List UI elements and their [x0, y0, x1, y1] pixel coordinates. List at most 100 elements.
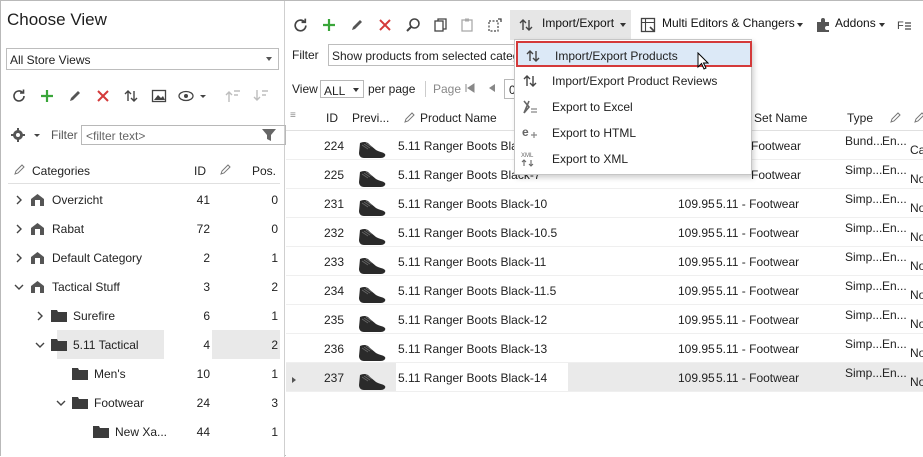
tree-item-id: 72 — [196, 222, 210, 236]
settings-dropdown-icon[interactable] — [9, 125, 43, 145]
chevron-right-icon[interactable] — [35, 311, 43, 321]
table-row[interactable]: 232 5.11 Ranger Boots Black-10.5 109.95 5.1… — [286, 218, 923, 247]
folder-icon — [72, 367, 88, 380]
categories-column-header[interactable]: Categories — [32, 164, 90, 178]
cell-visibility: En... — [882, 308, 907, 322]
import-export-icon[interactable] — [121, 86, 141, 106]
tree-row[interactable]: 5.11 Tactical 4 2 — [8, 330, 280, 359]
menu-item[interactable]: e Export to HTML — [515, 120, 751, 146]
pencil-icon — [14, 163, 26, 178]
refresh-icon[interactable] — [9, 86, 29, 106]
cell-visibility: En... — [882, 192, 907, 206]
id-column-header[interactable]: ID — [194, 164, 206, 178]
tree-row[interactable]: Rabat 72 0 — [8, 214, 280, 243]
add-icon[interactable] — [37, 86, 57, 106]
cell-attribute-set: Footwear — [751, 168, 802, 182]
store-icon — [30, 251, 45, 264]
paste-icon[interactable] — [457, 15, 477, 35]
chevron-down-icon[interactable] — [14, 282, 24, 292]
cell-product-name: 5.11 Ranger Boots Black-11 — [398, 255, 547, 269]
pos-column-header[interactable]: Pos. — [252, 164, 276, 178]
addons-menu-button[interactable]: Addons — [811, 10, 887, 40]
svg-text:XML: XML — [521, 153, 534, 159]
cell-id: 233 — [324, 255, 345, 269]
menu-item[interactable]: XML Export to XML — [515, 146, 751, 172]
refresh-icon[interactable] — [290, 15, 310, 35]
page-size-value: ALL — [324, 84, 346, 98]
view-dropdown-icon[interactable] — [177, 86, 207, 106]
chevron-right-icon[interactable] — [14, 224, 22, 234]
preview-column-header[interactable]: Previ... — [352, 111, 389, 125]
font-size-icon[interactable]: F — [894, 15, 914, 35]
tree-row[interactable]: Tactical Stuff 3 2 — [8, 272, 280, 301]
tree-item-pos: 3 — [271, 396, 278, 410]
table-row[interactable]: 235 5.11 Ranger Boots Black-12 109.95 5.11 … — [286, 305, 923, 334]
table-row[interactable]: 233 5.11 Ranger Boots Black-11 109.95 5.11 … — [286, 247, 923, 276]
select-icon[interactable] — [485, 15, 505, 35]
tree-row[interactable]: Surefire 6 1 — [8, 301, 280, 330]
table-row[interactable]: 237 5.11 Ranger Boots Black-14 109.95 5.11 … — [286, 363, 923, 392]
menu-item[interactable]: Import/Export Product Reviews — [515, 68, 751, 94]
svg-text:e: e — [522, 125, 529, 139]
chevron-right-icon[interactable] — [14, 195, 22, 205]
html-icon: e — [520, 123, 540, 143]
id-column-header[interactable]: ID — [326, 111, 338, 125]
product-filter-label: Filter — [292, 48, 319, 62]
filter-input[interactable]: <filter text> — [81, 125, 286, 145]
table-row[interactable]: 231 5.11 Ranger Boots Black-10 109.95 5.11 … — [286, 189, 923, 218]
tree-row[interactable]: Men's 10 1 — [8, 359, 280, 388]
tree-row[interactable]: Overzicht 41 0 — [8, 185, 280, 214]
tree-row[interactable]: Footwear 24 3 — [8, 388, 280, 417]
multi-editors-menu-button[interactable]: Multi Editors & Changers — [636, 10, 806, 40]
menu-item[interactable]: Import/Export Products — [516, 41, 752, 67]
search-icon[interactable] — [403, 15, 423, 35]
tree-item-label: Men's — [94, 367, 126, 381]
store-view-select[interactable]: All Store Views — [6, 48, 279, 70]
tree-item-label: Default Category — [52, 251, 143, 265]
multi-editors-label: Multi Editors & Changers — [662, 16, 795, 30]
tree-item-label: 5.11 Tactical — [73, 338, 139, 352]
cell-type: Bund... — [845, 134, 884, 148]
delete-icon[interactable] — [93, 86, 113, 106]
edit-icon[interactable] — [347, 15, 367, 35]
import-export-icon — [523, 46, 543, 66]
import-export-menu-button[interactable]: Import/Export — [510, 10, 631, 40]
add-icon[interactable] — [319, 15, 339, 35]
cell-price: 109.95 — [678, 284, 715, 298]
type-column-header[interactable]: Type — [847, 111, 873, 125]
prev-page-icon[interactable] — [486, 82, 498, 97]
store-icon — [30, 193, 45, 206]
chevron-right-icon[interactable] — [14, 253, 22, 263]
cell-id: 232 — [324, 226, 345, 240]
chevron-down-icon[interactable] — [56, 398, 66, 408]
cell-attribute-set: 5.11 - Footwear — [716, 371, 800, 385]
category-toolbar — [9, 86, 279, 110]
tree-item-id: 24 — [196, 396, 210, 410]
menu-icon[interactable]: ≡ — [290, 110, 296, 121]
image-icon[interactable] — [149, 86, 169, 106]
menu-item[interactable]: Export to Excel — [515, 94, 751, 120]
edit-icon[interactable] — [65, 86, 85, 106]
tree-row[interactable]: New Xa... 44 1 — [8, 417, 280, 446]
delete-icon[interactable] — [375, 15, 395, 35]
cell-id: 225 — [324, 168, 345, 182]
tree-row[interactable]: Default Category 2 1 — [8, 243, 280, 272]
cell-id: 234 — [324, 284, 345, 298]
category-filter-row: Filter <filter text> — [9, 125, 286, 147]
addons-label: Addons — [835, 16, 876, 30]
menu-item-label: Export to HTML — [552, 126, 637, 140]
pager-bar: View ALL per page Page 0 — [292, 79, 532, 101]
cell-attribute-set: 5.11 - Footwear — [716, 284, 800, 298]
chevron-down-icon[interactable] — [35, 340, 45, 350]
page-size-select[interactable]: ALL — [320, 80, 364, 98]
product-filter-select[interactable]: Show products from selected catego — [328, 44, 528, 66]
funnel-icon[interactable] — [259, 125, 279, 145]
cell-extra: No — [910, 346, 923, 360]
table-row[interactable]: 234 5.11 Ranger Boots Black-11.5 109.95 5.1… — [286, 276, 923, 305]
first-page-icon[interactable] — [464, 82, 476, 97]
table-row[interactable]: 236 5.11 Ranger Boots Black-13 109.95 5.11 … — [286, 334, 923, 363]
chevron-down-icon — [620, 23, 626, 27]
copy-icon[interactable] — [431, 15, 451, 35]
product-name-column-header[interactable]: Product Name — [420, 111, 497, 125]
cell-price: 109.95 — [678, 342, 715, 356]
